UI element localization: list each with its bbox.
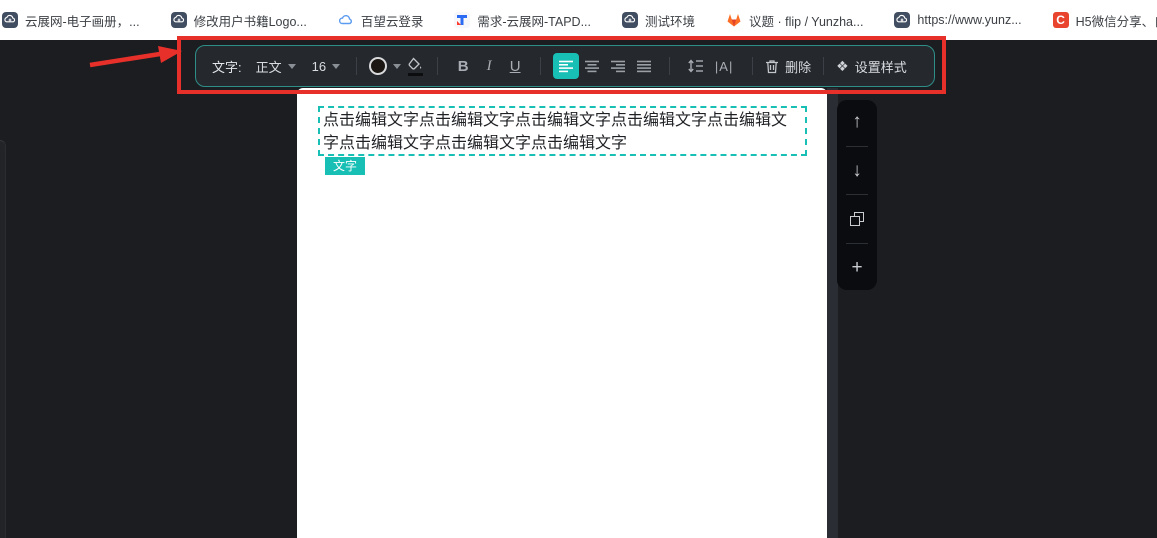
chevron-down-icon (288, 64, 296, 69)
set-style-button[interactable]: ❖ 设置样式 (836, 57, 907, 76)
c-badge-icon: C (1053, 12, 1069, 28)
gitlab-icon (726, 12, 742, 28)
align-right-icon (610, 60, 626, 73)
bookmark-gitlab-issue[interactable]: 议题 · flip / Yunzha... (726, 11, 863, 30)
toolbar-divider (356, 57, 357, 75)
yunzhan-favicon (2, 12, 18, 28)
left-panel-edge (0, 140, 6, 538)
delete-button[interactable]: 删除 (765, 57, 811, 76)
bookmark-modify-logo[interactable]: 修改用户书籍Logo... (171, 11, 307, 30)
copy-icon (850, 212, 865, 227)
bookmark-tapd[interactable]: 需求-云展网-TAPD... (454, 11, 591, 30)
layer-side-panel: ↑ ↓ + (837, 100, 877, 290)
paint-bucket-icon (407, 57, 423, 71)
underline-button[interactable]: U (502, 53, 528, 79)
line-height-button[interactable] (682, 53, 708, 79)
align-justify-button[interactable] (631, 53, 657, 79)
align-center-button[interactable] (579, 53, 605, 79)
align-justify-icon (636, 60, 652, 73)
arrow-up-icon: ↑ (852, 111, 862, 133)
toolbar-divider (437, 57, 438, 75)
arrow-down-icon: ↓ (852, 160, 862, 182)
bookmark-test-env[interactable]: 测试环境 (622, 11, 695, 30)
align-left-icon (558, 60, 574, 73)
bookmark-label: 百望云登录 (361, 11, 424, 30)
text-color-picker[interactable] (369, 57, 401, 75)
line-height-icon (687, 59, 704, 73)
annotation-red-arrow-icon (88, 44, 183, 70)
bookmark-yunzhan-album[interactable]: 云展网-电子画册，... (2, 11, 140, 30)
bookmark-label: 需求-云展网-TAPD... (477, 11, 591, 30)
bookmark-label: 修改用户书籍Logo... (194, 11, 307, 30)
duplicate-button[interactable] (837, 205, 877, 233)
text-element[interactable]: 点击编辑文字点击编辑文字点击编辑文字点击编辑文字点击编辑文字点击编辑文字点击编辑… (318, 106, 807, 156)
toolbar-divider (752, 57, 753, 75)
bookmarks-bar: 云展网-电子画册，... 修改用户书籍Logo... 百望云登录 需求-云展网-… (0, 0, 1157, 40)
bookmark-label: H5微信分享、自定... (1076, 11, 1157, 30)
bookmark-label: https://www.yunz... (917, 13, 1021, 27)
font-size-dropdown[interactable]: 16 (312, 59, 340, 74)
cloud-icon (338, 12, 354, 28)
toolbar-divider (669, 57, 670, 75)
move-layer-down-button[interactable]: ↓ (837, 157, 877, 185)
trash-icon (765, 59, 779, 74)
letter-spacing-icon: |A| (715, 59, 733, 74)
editor-canvas-area: 点击编辑文字点击编辑文字点击编辑文字点击编辑文字点击编辑文字点击编辑文字点击编辑… (0, 40, 1157, 538)
yunzhan-favicon (171, 12, 187, 28)
align-left-button[interactable] (553, 53, 579, 79)
chevron-down-icon (393, 64, 401, 69)
align-center-icon (584, 60, 600, 73)
bookmark-label: 测试环境 (645, 11, 695, 30)
bookmark-yunzhan-url[interactable]: https://www.yunz... (894, 12, 1021, 28)
chevron-down-icon (332, 64, 340, 69)
page-canvas[interactable]: 点击编辑文字点击编辑文字点击编辑文字点击编辑文字点击编辑文字点击编辑文字点击编辑… (297, 88, 827, 538)
bookmark-label: 云展网-电子画册，... (25, 11, 140, 30)
yunzhan-favicon (894, 12, 910, 28)
toolbar-divider (540, 57, 541, 75)
color-swatch-circle-icon (369, 57, 387, 75)
bookmark-label: 议题 · flip / Yunzha... (749, 11, 863, 30)
add-element-button[interactable]: + (837, 254, 877, 282)
panel-divider (846, 194, 868, 195)
bold-button[interactable]: B (450, 53, 476, 79)
highlight-color-button[interactable] (407, 57, 423, 76)
italic-button[interactable]: I (476, 53, 502, 79)
toolbar-divider (823, 57, 824, 75)
font-size-value: 16 (312, 59, 326, 74)
font-style-value: 正文 (256, 57, 282, 76)
align-right-button[interactable] (605, 53, 631, 79)
panel-divider (846, 146, 868, 147)
set-style-label: 设置样式 (855, 57, 907, 76)
panel-divider (846, 243, 868, 244)
bookmark-baiwang-login[interactable]: 百望云登录 (338, 11, 424, 30)
yunzhan-favicon (622, 12, 638, 28)
text-element-content: 点击编辑文字点击编辑文字点击编辑文字点击编辑文字点击编辑文字点击编辑文字点击编辑… (323, 112, 787, 152)
toolbar-text-label: 文字: (212, 57, 242, 76)
move-layer-up-button[interactable]: ↑ (837, 108, 877, 136)
plus-icon: + (851, 257, 862, 279)
text-toolbar: 文字: 正文 16 B I U (195, 45, 935, 87)
bookmark-h5-wechat-share[interactable]: C H5微信分享、自定... (1053, 11, 1157, 30)
delete-label: 删除 (785, 57, 811, 76)
diamonds-icon: ❖ (836, 58, 849, 75)
tapd-icon (454, 12, 470, 28)
highlight-color-swatch (408, 73, 423, 76)
font-style-dropdown[interactable]: 正文 (256, 57, 296, 76)
element-type-badge: 文字 (325, 157, 365, 175)
letter-spacing-button[interactable]: |A| (708, 53, 740, 79)
